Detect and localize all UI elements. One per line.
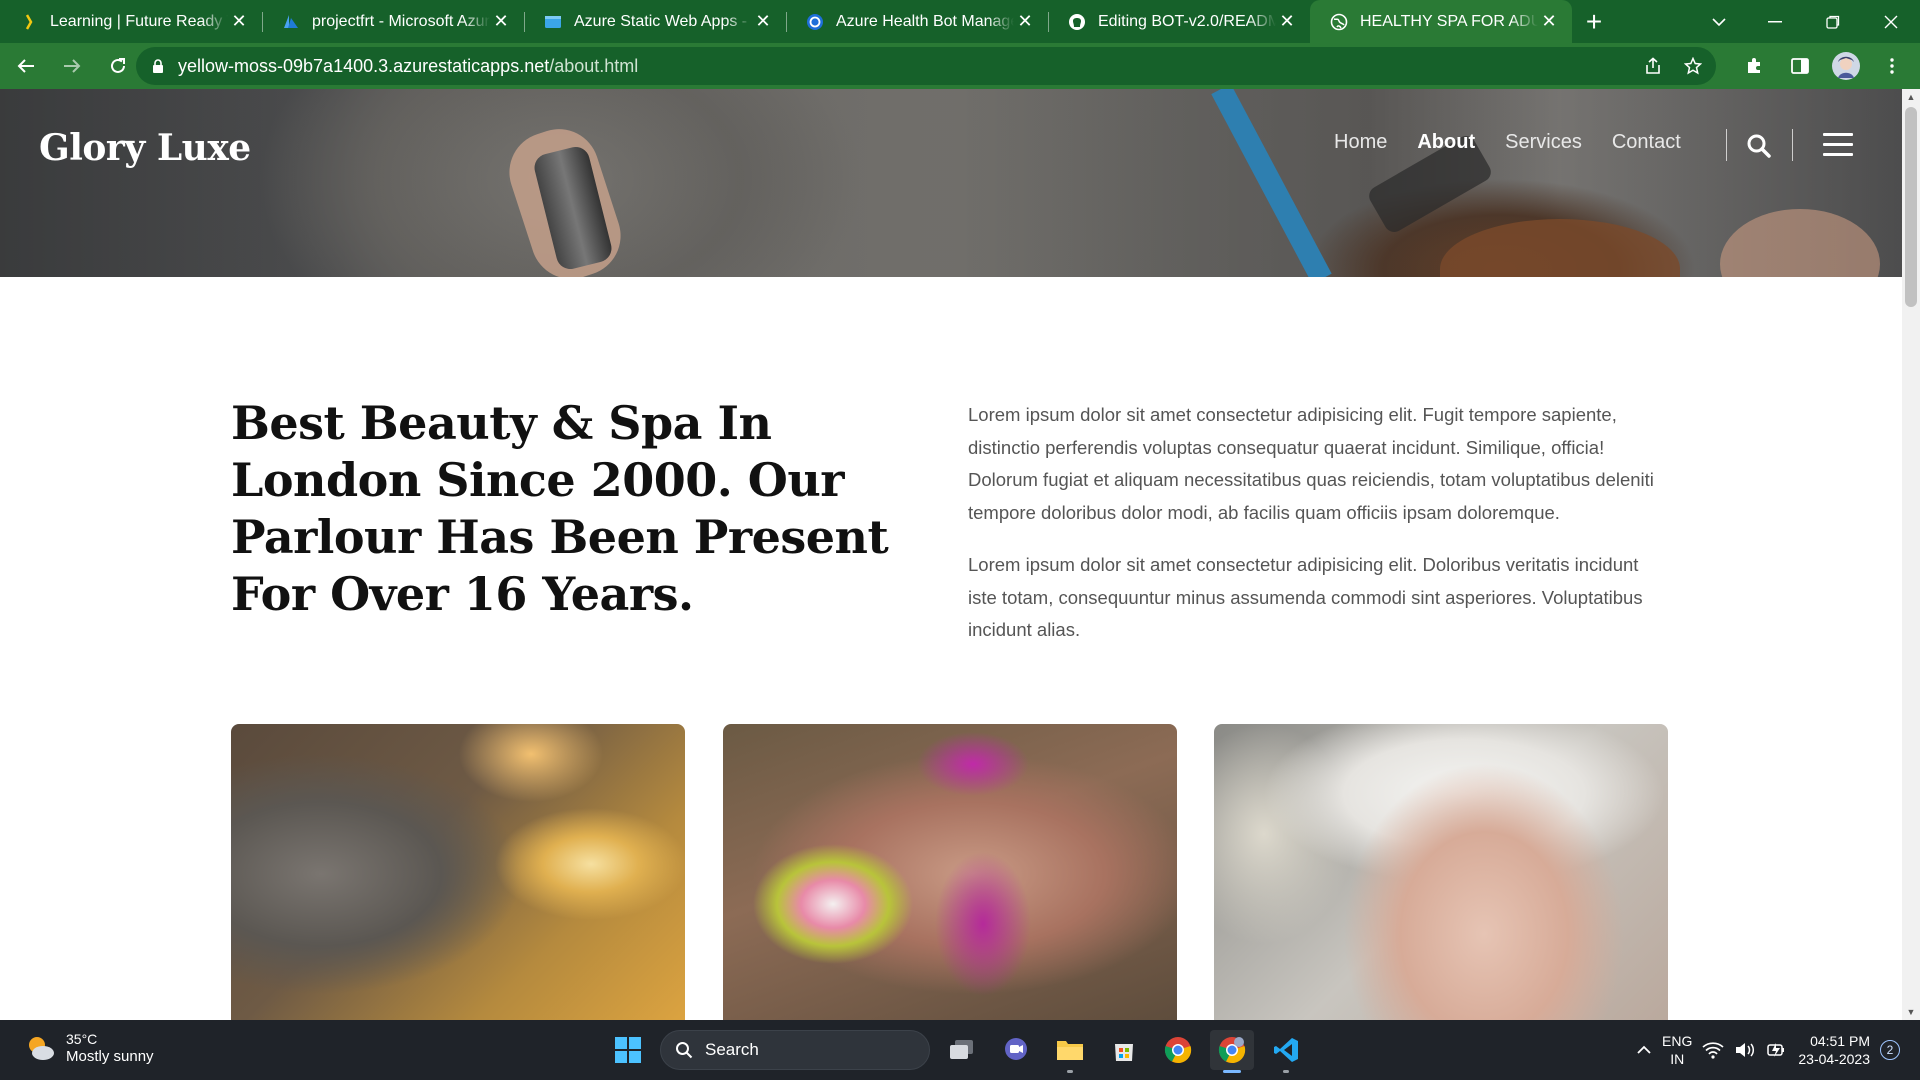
taskbar-search-box[interactable]: Search [660,1030,930,1070]
scrollbar-thumb[interactable] [1905,107,1917,307]
bookmark-star-icon[interactable] [1684,57,1702,75]
azure-favicon [284,14,298,28]
weather-description: Mostly sunny [66,1048,154,1065]
tab-search-chevron-icon[interactable] [1690,0,1748,43]
battery-charging-icon[interactable] [1766,1041,1788,1059]
github-favicon [1069,13,1085,30]
tab-azure-portal[interactable]: projectfrt - Microsoft Azure ✕ [262,0,524,43]
volume-icon[interactable] [1734,1041,1756,1059]
hamburger-menu-icon[interactable] [1823,133,1853,157]
tab-title: projectfrt - Microsoft Azure [312,12,490,30]
close-tab-icon[interactable]: ✕ [1538,11,1560,33]
static-web-apps-favicon [545,15,561,28]
hero-photo-detail [1440,219,1680,277]
tab-title: Azure Health Bot Management [836,12,1014,30]
tab-health-bot[interactable]: Azure Health Bot Management ✕ [786,0,1048,43]
weather-widget[interactable]: 35°C Mostly sunny [24,1030,154,1066]
clock-time: 04:51 PM [1810,1033,1870,1049]
health-bot-favicon [807,13,823,30]
site-logo[interactable]: Glory Luxe [39,127,251,169]
microsoft-store-icon[interactable] [1102,1030,1146,1070]
globe-favicon [1330,13,1348,30]
tab-title: Learning | Future Ready Talent [50,12,228,30]
tab-title: Editing BOT-v2.0/README.md [1098,12,1276,30]
new-tab-button[interactable]: + [1572,0,1616,43]
page-viewport: Glory Luxe Home About Services Contact B… [0,89,1920,1020]
share-icon[interactable] [1644,57,1662,75]
task-view-icon[interactable] [940,1030,984,1070]
close-tab-icon[interactable]: ✕ [1276,11,1298,33]
search-icon [676,1042,693,1059]
forward-arrow-icon[interactable] [52,46,92,86]
wifi-icon[interactable] [1702,1041,1724,1059]
vscode-icon[interactable] [1264,1030,1308,1073]
extensions-puzzle-icon[interactable] [1734,46,1774,86]
address-bar[interactable]: yellow-moss-09b7a1400.3.azurestaticapps.… [136,47,1716,85]
tab-github[interactable]: Editing BOT-v2.0/README.md ✕ [1048,0,1310,43]
url-text[interactable]: yellow-moss-09b7a1400.3.azurestaticapps.… [178,56,638,77]
about-paragraph: Lorem ipsum dolor sit amet consectetur a… [968,404,1654,523]
close-window-icon[interactable] [1862,0,1920,43]
page-scrollbar[interactable]: ▲ ▼ [1902,89,1920,1020]
sun-cloud-icon [29,1037,54,1060]
nav-about[interactable]: About [1417,131,1475,154]
file-explorer-icon[interactable] [1048,1030,1092,1073]
region-code: IN [1670,1051,1685,1067]
browser-toolbar: yellow-moss-09b7a1400.3.azurestaticapps.… [0,43,1920,89]
close-tab-icon[interactable]: ✕ [228,11,250,33]
chrome-icon[interactable] [1156,1030,1200,1070]
nav-services[interactable]: Services [1505,131,1582,154]
scroll-down-arrow-icon[interactable]: ▼ [1902,1004,1920,1020]
about-text: Lorem ipsum dolor sit amet consectetur a… [968,399,1668,667]
spa-towels-candles-image [231,724,685,1020]
browser-menu-icon[interactable] [1872,46,1912,86]
about-paragraph: Lorem ipsum dolor sit amet consectetur a… [968,554,1643,640]
taskbar-search-placeholder: Search [705,1040,759,1059]
system-tray: ENG IN 04:51 PM 23-04-2023 2 [1636,1028,1900,1072]
nav-contact[interactable]: Contact [1612,131,1681,154]
profile-avatar[interactable] [1826,46,1866,86]
language-code: ENG [1662,1033,1693,1049]
chevron-up-icon[interactable] [1636,1045,1652,1055]
foot-spa-flowers-image [723,724,1177,1020]
site-nav: Home About Services Contact [1334,131,1681,154]
weather-temperature: 35°C [66,1031,98,1047]
lock-icon[interactable] [152,59,164,73]
side-panel-icon[interactable] [1780,46,1820,86]
close-tab-icon[interactable]: ✕ [490,11,512,33]
reload-icon[interactable] [98,46,138,86]
tab-learning[interactable]: Learning | Future Ready Talent ✕ [0,0,262,43]
hero-photo-detail [1720,209,1880,277]
windows-taskbar: 35°C Mostly sunny Search ENG IN 04:51 PM… [0,1020,1920,1080]
scroll-up-arrow-icon[interactable]: ▲ [1902,89,1920,105]
tab-spa-site[interactable]: HEALTHY SPA FOR ADULTS ✕ [1310,0,1572,43]
chrome-profile-icon[interactable] [1210,1030,1254,1073]
windows-start-icon[interactable] [606,1030,650,1070]
minimize-icon[interactable] [1746,0,1804,43]
nav-divider [1792,129,1793,161]
restore-icon[interactable] [1804,0,1862,43]
search-icon[interactable] [1746,133,1772,159]
nav-home[interactable]: Home [1334,131,1387,154]
notification-badge[interactable]: 2 [1880,1040,1900,1060]
clock-date: 23-04-2023 [1798,1051,1870,1067]
hero-photo-detail [1211,89,1332,277]
teams-chat-icon[interactable] [994,1030,1038,1070]
tab-title: Azure Static Web Apps - Web [574,12,752,30]
facial-treatment-image [1214,724,1668,1020]
close-tab-icon[interactable]: ✕ [752,11,774,33]
about-heading: Best Beauty & Spa In London Since 2000. … [231,396,889,621]
language-indicator[interactable]: ENG IN [1662,1032,1692,1068]
taskbar-apps: Search [606,1030,1308,1073]
hero-banner: Glory Luxe Home About Services Contact [0,89,1902,277]
close-tab-icon[interactable]: ✕ [1014,11,1036,33]
nav-divider [1726,129,1727,161]
learning-favicon [25,13,33,30]
system-clock[interactable]: 04:51 PM 23-04-2023 [1798,1032,1870,1068]
window-controls [1746,0,1920,43]
tab-static-web-apps[interactable]: Azure Static Web Apps - Web ✕ [524,0,786,43]
browser-tab-strip: Learning | Future Ready Talent ✕ project… [0,0,1920,43]
tab-title: HEALTHY SPA FOR ADULTS [1360,12,1538,30]
back-arrow-icon[interactable] [6,46,46,86]
